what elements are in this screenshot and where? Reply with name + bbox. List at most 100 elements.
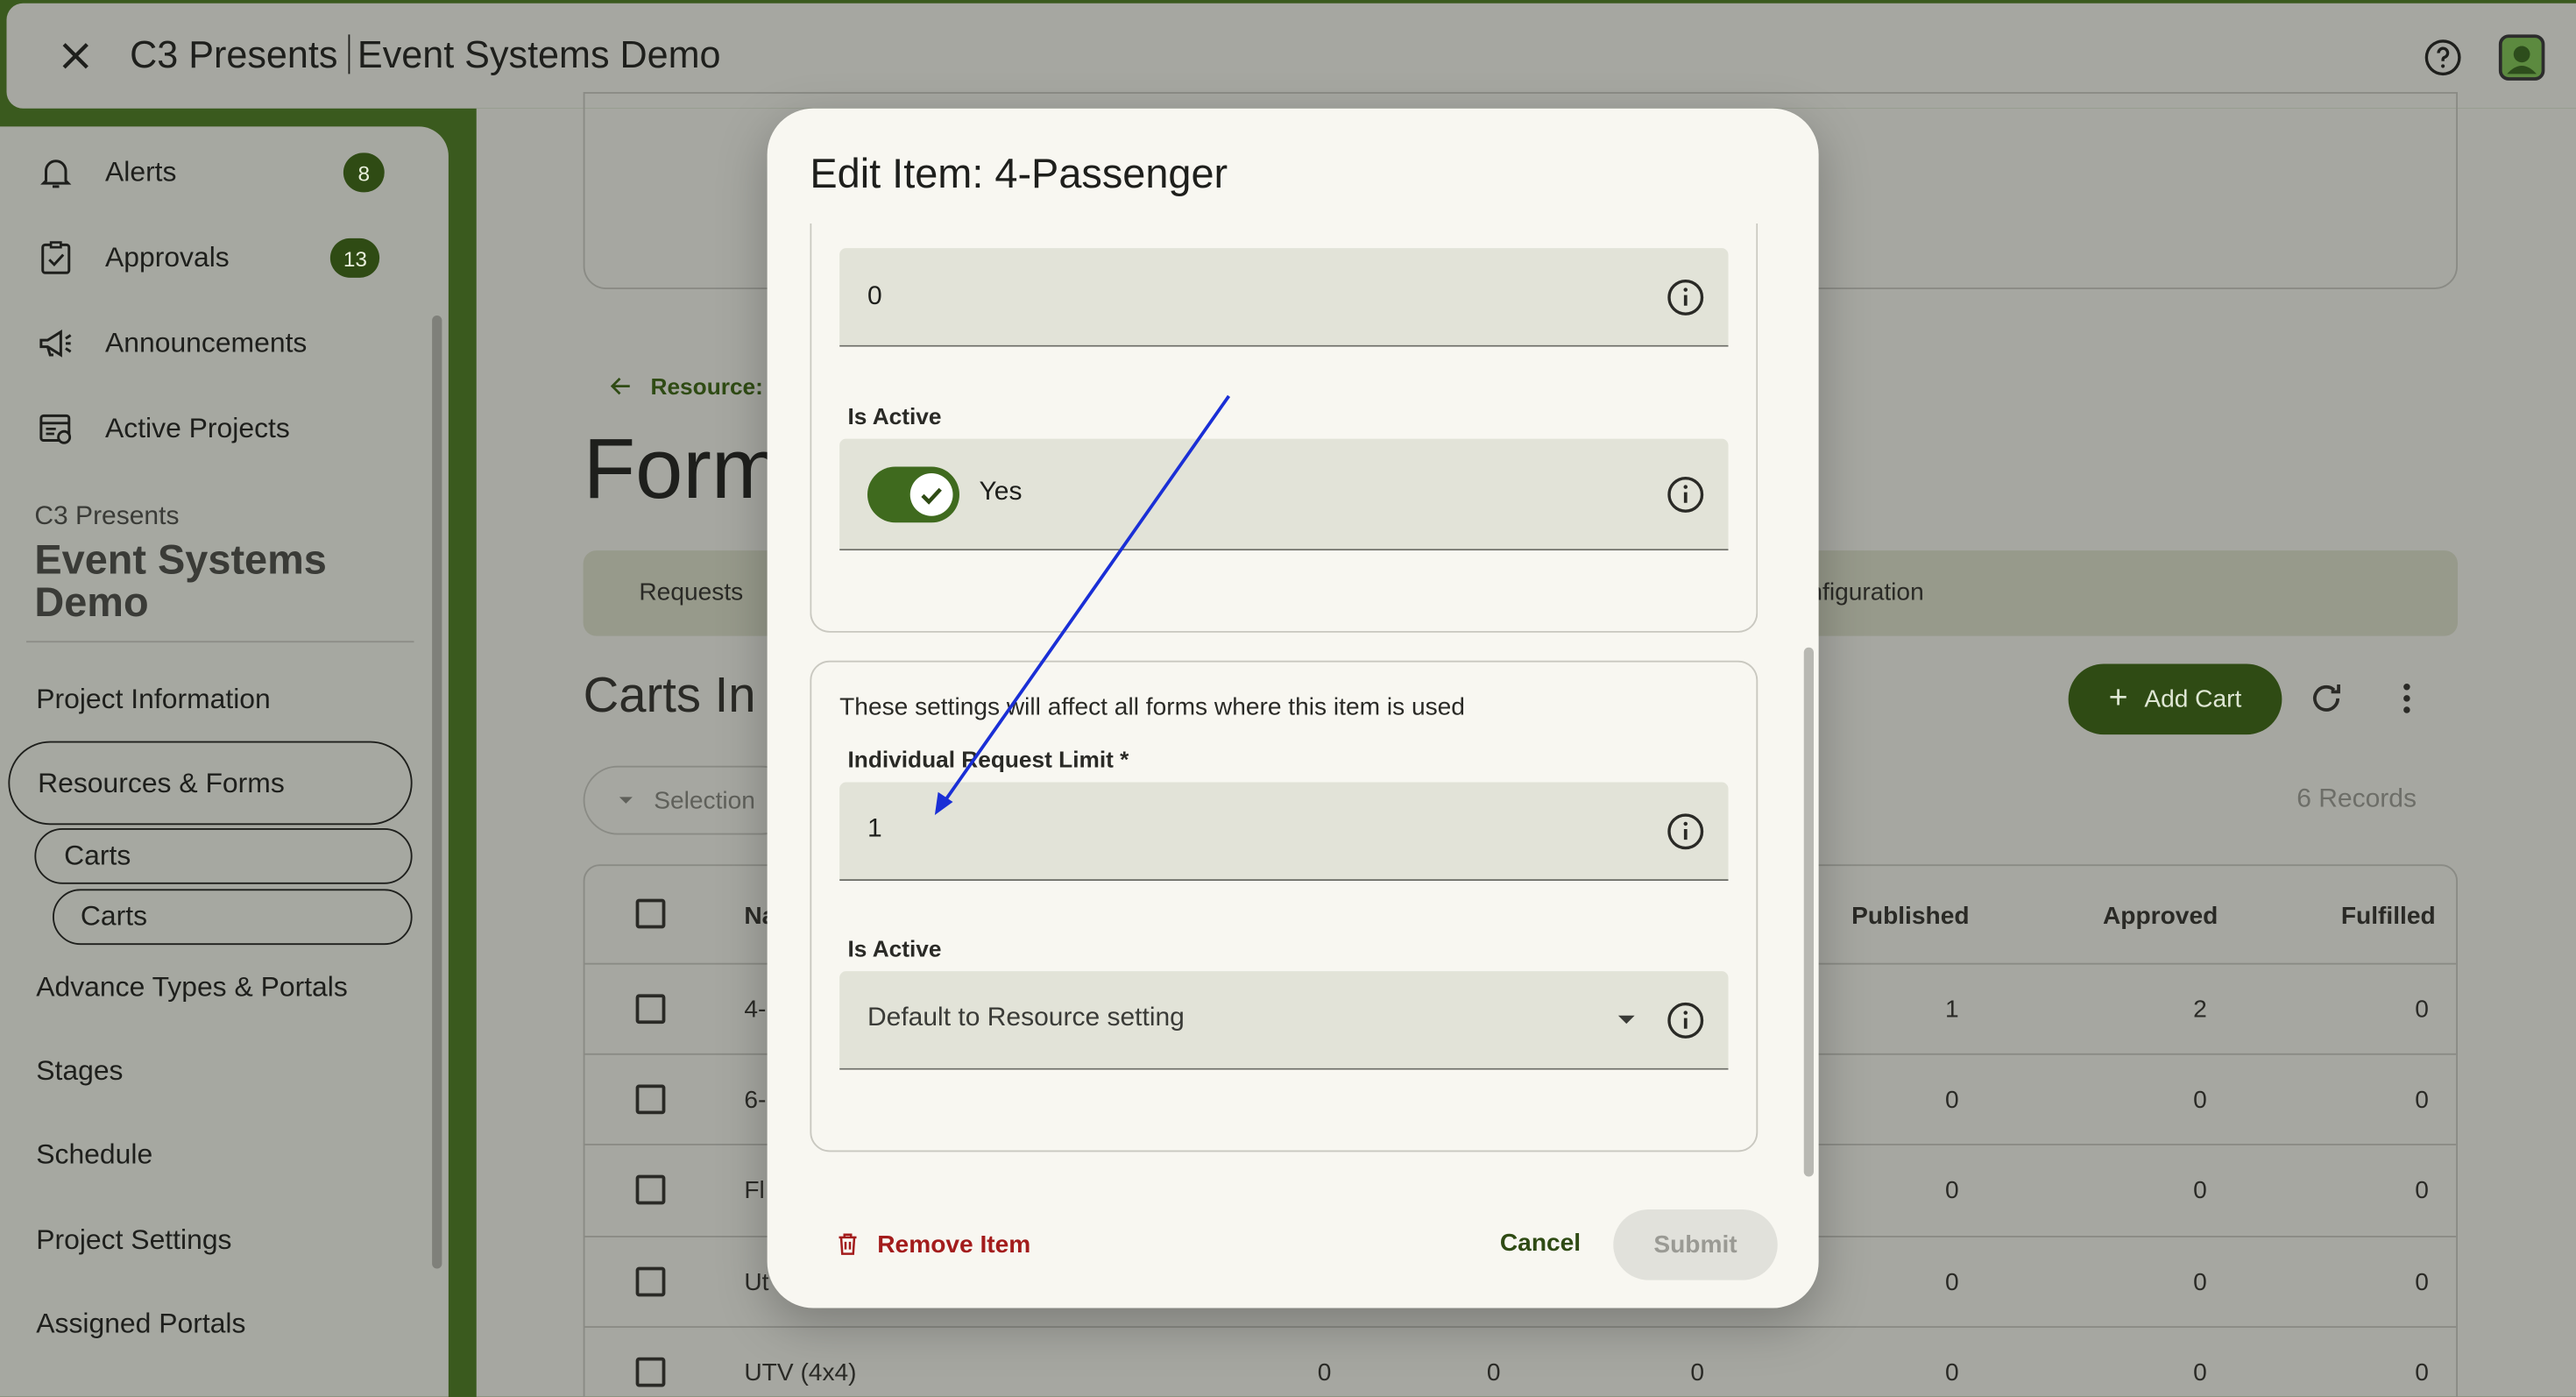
is-active-select[interactable]: Default to Resource setting [839,971,1729,1070]
submit-button[interactable]: Submit [1613,1209,1778,1280]
help-icon[interactable] [2424,38,2463,77]
number-field[interactable]: 0 [839,248,1729,347]
sidebar-sublink-carts[interactable]: Carts [34,828,413,884]
dropdown-arrow-icon[interactable] [1617,1012,1637,1029]
page-title: Form [583,422,783,518]
bell-icon [40,160,72,188]
is-active-label: Is Active [847,934,942,961]
is-active-toggle[interactable] [867,466,959,523]
toggle-label: Yes [979,478,1023,507]
cell-approved: 2 [2193,996,2207,1025]
settings-note: These settings will affect all forms whe… [839,693,1465,722]
sidebar-item-active-projects[interactable]: Active Projects [36,409,290,449]
is-active-label: Is Active [847,402,942,429]
dialog-scrollbar[interactable] [1803,647,1814,1177]
row-checkbox[interactable] [635,1174,666,1205]
selection-dropdown[interactable]: Selection [583,765,797,835]
more-options-icon[interactable] [2387,678,2426,718]
cell-approved: 0 [2193,1268,2207,1297]
cell-fulfilled: 0 [2415,1086,2429,1115]
sidebar-link-project-information[interactable]: Project Information [36,684,271,717]
row-checkbox[interactable] [635,1357,666,1387]
toggle-knob [909,473,953,516]
is-active-select-value: Default to Resource setting [867,1003,1185,1032]
info-icon[interactable] [1666,1001,1705,1040]
trash-icon [839,1233,857,1255]
sidebar-link-resources-forms[interactable]: Resources & Forms [8,741,413,826]
refresh-icon[interactable] [2307,678,2346,718]
cell-fulfilled: 0 [2415,1176,2429,1205]
sidebar-link-label: Carts [80,900,148,933]
cell-value: 0 [1690,1358,1705,1387]
column-header-approved[interactable]: Approved [2103,902,2218,930]
sidebar-link-assigned-portals[interactable]: Assigned Portals [36,1308,245,1342]
cell-name: 4- [744,996,767,1025]
select-all-checkbox[interactable] [635,898,666,929]
sidebar-item-label: Active Projects [105,412,290,444]
sidebar-link-project-settings[interactable]: Project Settings [36,1224,231,1258]
add-cart-button[interactable]: + Add Cart [2068,663,2282,735]
info-icon[interactable] [1666,475,1705,514]
clipboard-check-icon [41,241,71,274]
cell-published: 0 [1945,1268,1959,1297]
dialog-title: Edit Item: 4-Passenger [810,151,1228,198]
approvals-count-badge: 13 [329,238,381,278]
tab-requests[interactable]: Requests [639,578,743,606]
sidebar-item-announcements[interactable]: Announcements [36,323,307,363]
table-row[interactable]: UTV (4x4) 0 0 0 0 0 0 [584,1326,2457,1397]
selection-label: Selection [654,786,755,815]
records-count: 6 Records [2296,785,2417,814]
row-checkbox[interactable] [635,1084,666,1115]
cell-published: 1 [1945,996,1959,1025]
plus-icon: + [2108,680,2128,717]
number-field-value: 0 [867,282,882,311]
megaphone-icon [39,330,72,358]
org-name: C3 Presents [130,32,338,76]
back-link[interactable]: Resource: [608,373,763,400]
sidebar: Alerts 8 Approvals 13 Announcements Acti… [0,126,449,1397]
back-link-label: Resource: [650,372,763,400]
column-header-fulfilled[interactable]: Fulfilled [2341,902,2436,930]
column-header-published[interactable]: Published [1851,902,1969,930]
global-settings-section [810,660,1759,1152]
cell-approved: 0 [2193,1086,2207,1115]
window-title: C3 Presents Event Systems Demo [130,33,720,78]
limit-label: Individual Request Limit * [847,746,1129,773]
request-limit-value: 1 [867,815,882,843]
request-limit-input[interactable]: 1 [839,782,1729,881]
cell-published: 0 [1945,1176,1959,1205]
cell-value: 0 [1317,1358,1332,1387]
sidebar-link-schedule[interactable]: Schedule [36,1138,152,1172]
org-subtitle: C3 Presents [34,502,180,531]
remove-item-button[interactable]: Remove Item [835,1230,1031,1259]
cell-value: 0 [1486,1358,1501,1387]
tab-configuration[interactable]: nfiguration [1808,578,1923,606]
sidebar-link-advance-types[interactable]: Advance Types & Portals [36,971,348,1004]
projects-icon [39,414,72,444]
close-icon[interactable] [53,33,99,80]
sidebar-scrollbar[interactable] [432,316,442,1269]
info-icon[interactable] [1666,812,1705,851]
edit-item-dialog: Edit Item: 4-Passenger 0 Is Active Yes T… [767,108,1819,1308]
sidebar-item-approvals[interactable]: Approvals [36,238,230,278]
arrow-left-icon [610,377,630,395]
cell-published: 0 [1945,1086,1959,1115]
cell-name: UTV (4x4) [744,1358,857,1387]
cancel-button[interactable]: Cancel [1500,1230,1581,1258]
sidebar-item-alerts[interactable]: Alerts [36,152,177,192]
avatar[interactable] [2498,34,2545,81]
cell-name: 6- [744,1086,767,1115]
cell-approved: 0 [2193,1358,2207,1387]
sidebar-link-label: Carts [64,840,131,871]
sidebar-link-stages[interactable]: Stages [36,1055,123,1089]
remove-item-label: Remove Item [877,1230,1031,1259]
row-checkbox[interactable] [635,994,666,1025]
cell-published: 0 [1945,1358,1959,1387]
sidebar-item-label: Alerts [105,156,177,188]
info-icon[interactable] [1666,278,1705,317]
row-checkbox[interactable] [635,1266,666,1297]
project-heading: Event Systems Demo [34,537,327,627]
cell-fulfilled: 0 [2415,1268,2429,1297]
sidebar-subsublink-carts[interactable]: Carts [53,889,413,946]
cell-name: Ut [744,1268,769,1297]
